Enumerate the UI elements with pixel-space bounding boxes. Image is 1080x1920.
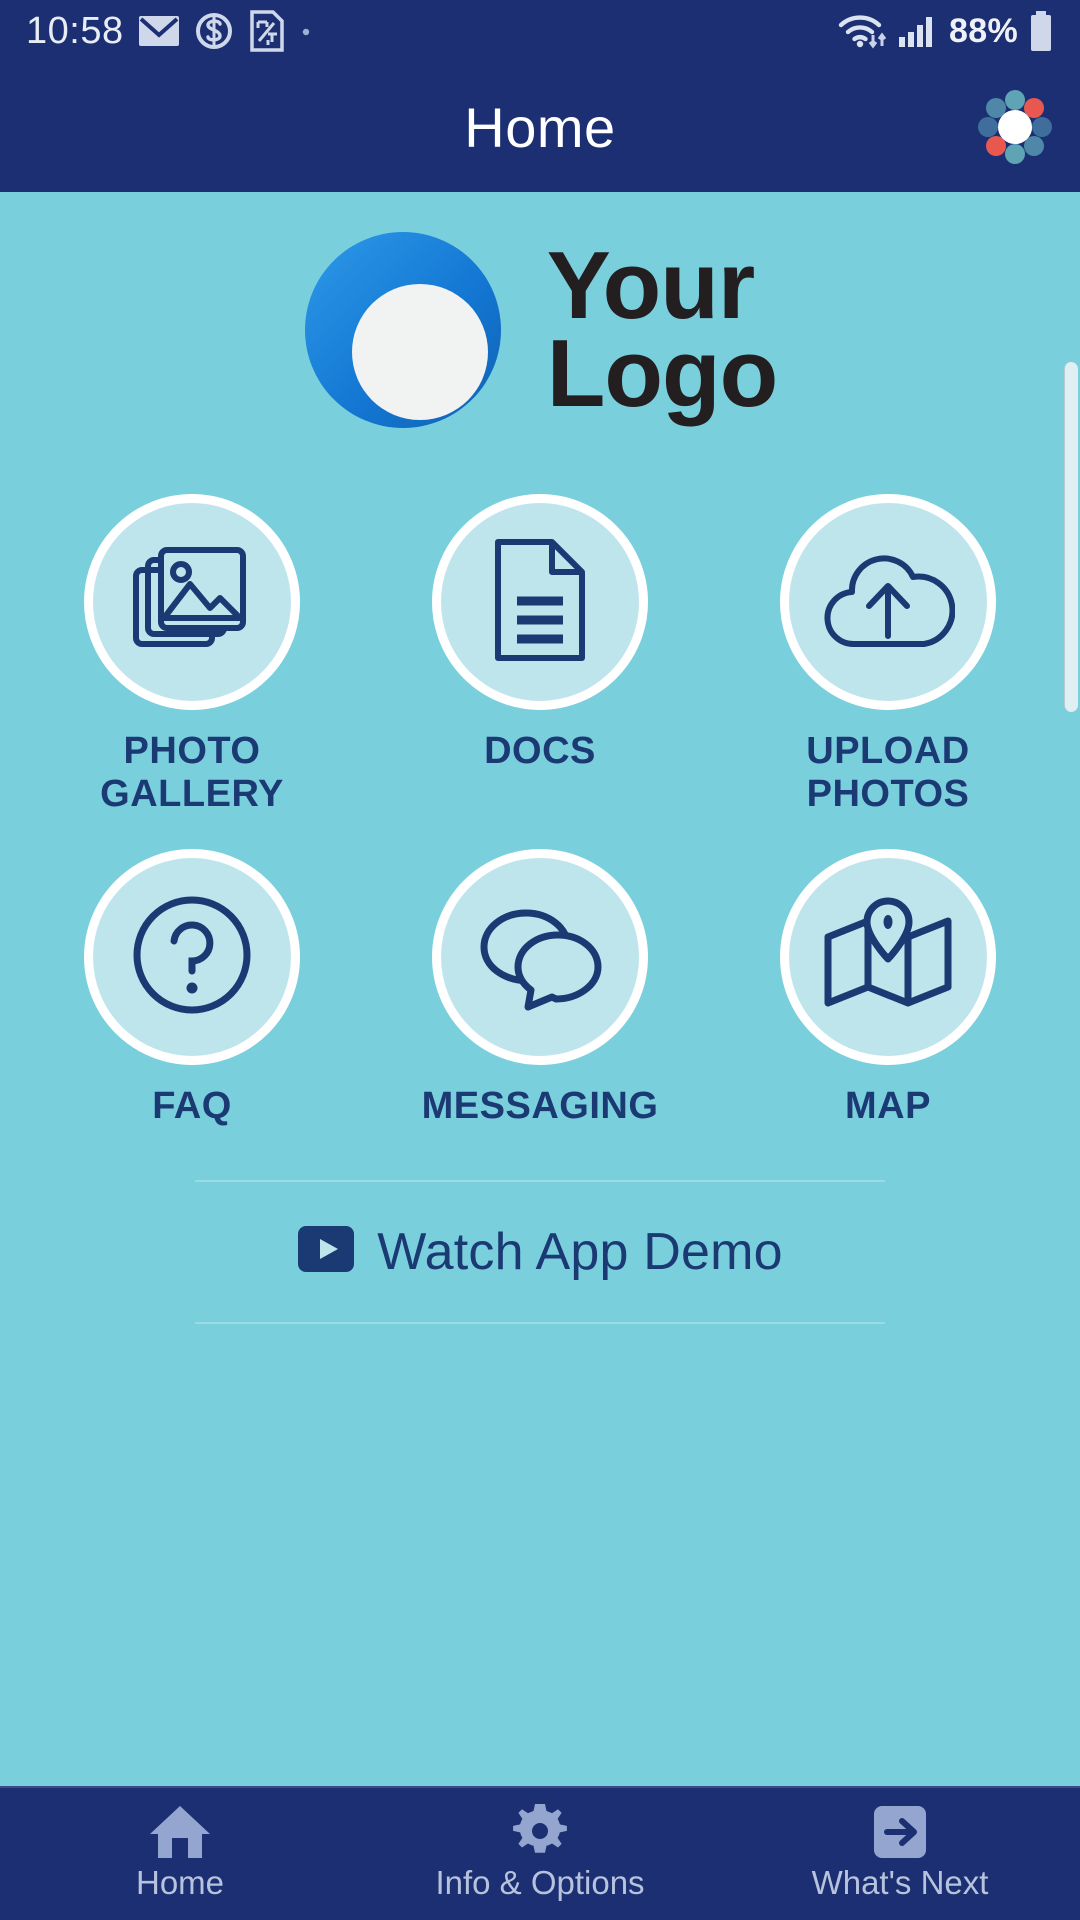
label-line-1: FAQ bbox=[152, 1085, 232, 1128]
nav-item-home-label: Home bbox=[135, 1864, 225, 1901]
house-icon bbox=[148, 1806, 212, 1860]
tile-upload-photos[interactable]: UPLOAD PHOTOS bbox=[714, 494, 1062, 815]
vertical-scrollbar[interactable] bbox=[1064, 362, 1078, 712]
gear-icon bbox=[511, 1804, 569, 1860]
brand-header: Your Logo bbox=[0, 230, 1080, 430]
tile-map[interactable]: MAP bbox=[714, 849, 1062, 1128]
brand-wordmark: Your Logo bbox=[546, 237, 779, 427]
question-mark-circle-icon bbox=[130, 893, 254, 1022]
label-line-1: DOCS bbox=[484, 730, 596, 772]
dot-icon bbox=[300, 25, 312, 37]
label-line-1: UPLOAD bbox=[806, 730, 970, 772]
tile-map-label: MAP bbox=[845, 1085, 931, 1128]
mail-icon bbox=[138, 15, 180, 47]
tile-docs[interactable]: DOCS bbox=[366, 494, 714, 815]
tile-messaging[interactable]: MESSAGING bbox=[366, 849, 714, 1128]
watch-app-demo-link[interactable]: Watch App Demo bbox=[297, 1182, 783, 1322]
tile-messaging-label: MESSAGING bbox=[422, 1085, 659, 1128]
arrow-right-box-icon bbox=[872, 1806, 928, 1860]
speech-bubbles-icon bbox=[470, 897, 610, 1018]
feature-grid: PHOTO GALLERY DOCS UPLOAD PHOTOS FAQ MES… bbox=[0, 494, 1080, 1128]
status-bar-right: 88% bbox=[837, 10, 1054, 52]
tile-messaging-circle[interactable] bbox=[432, 849, 648, 1066]
divider-bottom bbox=[195, 1321, 885, 1324]
tile-photo-gallery-circle[interactable] bbox=[84, 494, 300, 710]
status-clock: 10:58 bbox=[26, 10, 124, 52]
app-logo-dots-badge[interactable] bbox=[974, 86, 1056, 168]
tile-docs-circle[interactable] bbox=[432, 494, 648, 710]
nav-item-home[interactable]: Home bbox=[0, 1788, 360, 1920]
status-bar-left: 10:58 bbox=[26, 10, 312, 52]
battery-percent-label: 88% bbox=[949, 11, 1018, 50]
tile-photo-gallery[interactable]: PHOTO GALLERY bbox=[18, 494, 366, 815]
app-root: 10:58 88% Home Your Logo PHOTO GALLERY D… bbox=[0, 0, 1080, 1920]
main-content: Your Logo PHOTO GALLERY DOCS UPLOAD PHOT… bbox=[0, 192, 1080, 1786]
page-title: Home bbox=[464, 95, 616, 159]
folded-map-pin-icon bbox=[820, 895, 956, 1020]
label-line-1: MESSAGING bbox=[421, 1085, 659, 1128]
cellular-signal-icon bbox=[897, 13, 939, 49]
tile-upload-photos-label: UPLOAD PHOTOS bbox=[806, 730, 969, 815]
tile-faq-label: FAQ bbox=[152, 1085, 232, 1128]
nav-item-whats-next[interactable]: What's Next bbox=[720, 1788, 1080, 1920]
tile-docs-label: DOCS bbox=[484, 730, 596, 773]
tile-map-circle[interactable] bbox=[780, 849, 996, 1066]
nav-item-whats-next-label: What's Next bbox=[811, 1864, 989, 1901]
label-line-1: PHOTO bbox=[123, 730, 261, 772]
tile-faq-circle[interactable] bbox=[84, 849, 300, 1066]
label-line-2: PHOTOS bbox=[806, 772, 970, 815]
nav-item-info-options-label: Info & Options bbox=[435, 1864, 645, 1901]
document-icon bbox=[490, 538, 590, 667]
circle-s-icon bbox=[194, 11, 234, 51]
your-logo-circle-mark bbox=[303, 230, 503, 430]
status-bar: 10:58 88% bbox=[0, 0, 1080, 62]
tile-faq[interactable]: FAQ bbox=[18, 849, 366, 1128]
brand-line-2: Logo bbox=[546, 320, 779, 427]
watch-demo-section: Watch App Demo bbox=[0, 1179, 1080, 1324]
title-bar: Home bbox=[0, 62, 1080, 192]
nav-item-info-options[interactable]: Info & Options bbox=[360, 1788, 720, 1920]
photo-gallery-icon bbox=[132, 544, 252, 661]
battery-icon bbox=[1028, 10, 1054, 52]
play-button-icon bbox=[297, 1225, 355, 1278]
label-line-1: MAP bbox=[845, 1085, 931, 1128]
watch-app-demo-label: Watch App Demo bbox=[377, 1222, 783, 1281]
tile-photo-gallery-label: PHOTO GALLERY bbox=[100, 730, 284, 815]
wifi-icon bbox=[837, 11, 887, 51]
label-line-2: GALLERY bbox=[100, 772, 284, 815]
sim-card-icon bbox=[248, 10, 286, 52]
bottom-navigation: Home Info & Options What's Next bbox=[0, 1786, 1080, 1920]
cloud-upload-icon bbox=[821, 544, 956, 661]
tile-upload-photos-circle[interactable] bbox=[780, 494, 996, 710]
